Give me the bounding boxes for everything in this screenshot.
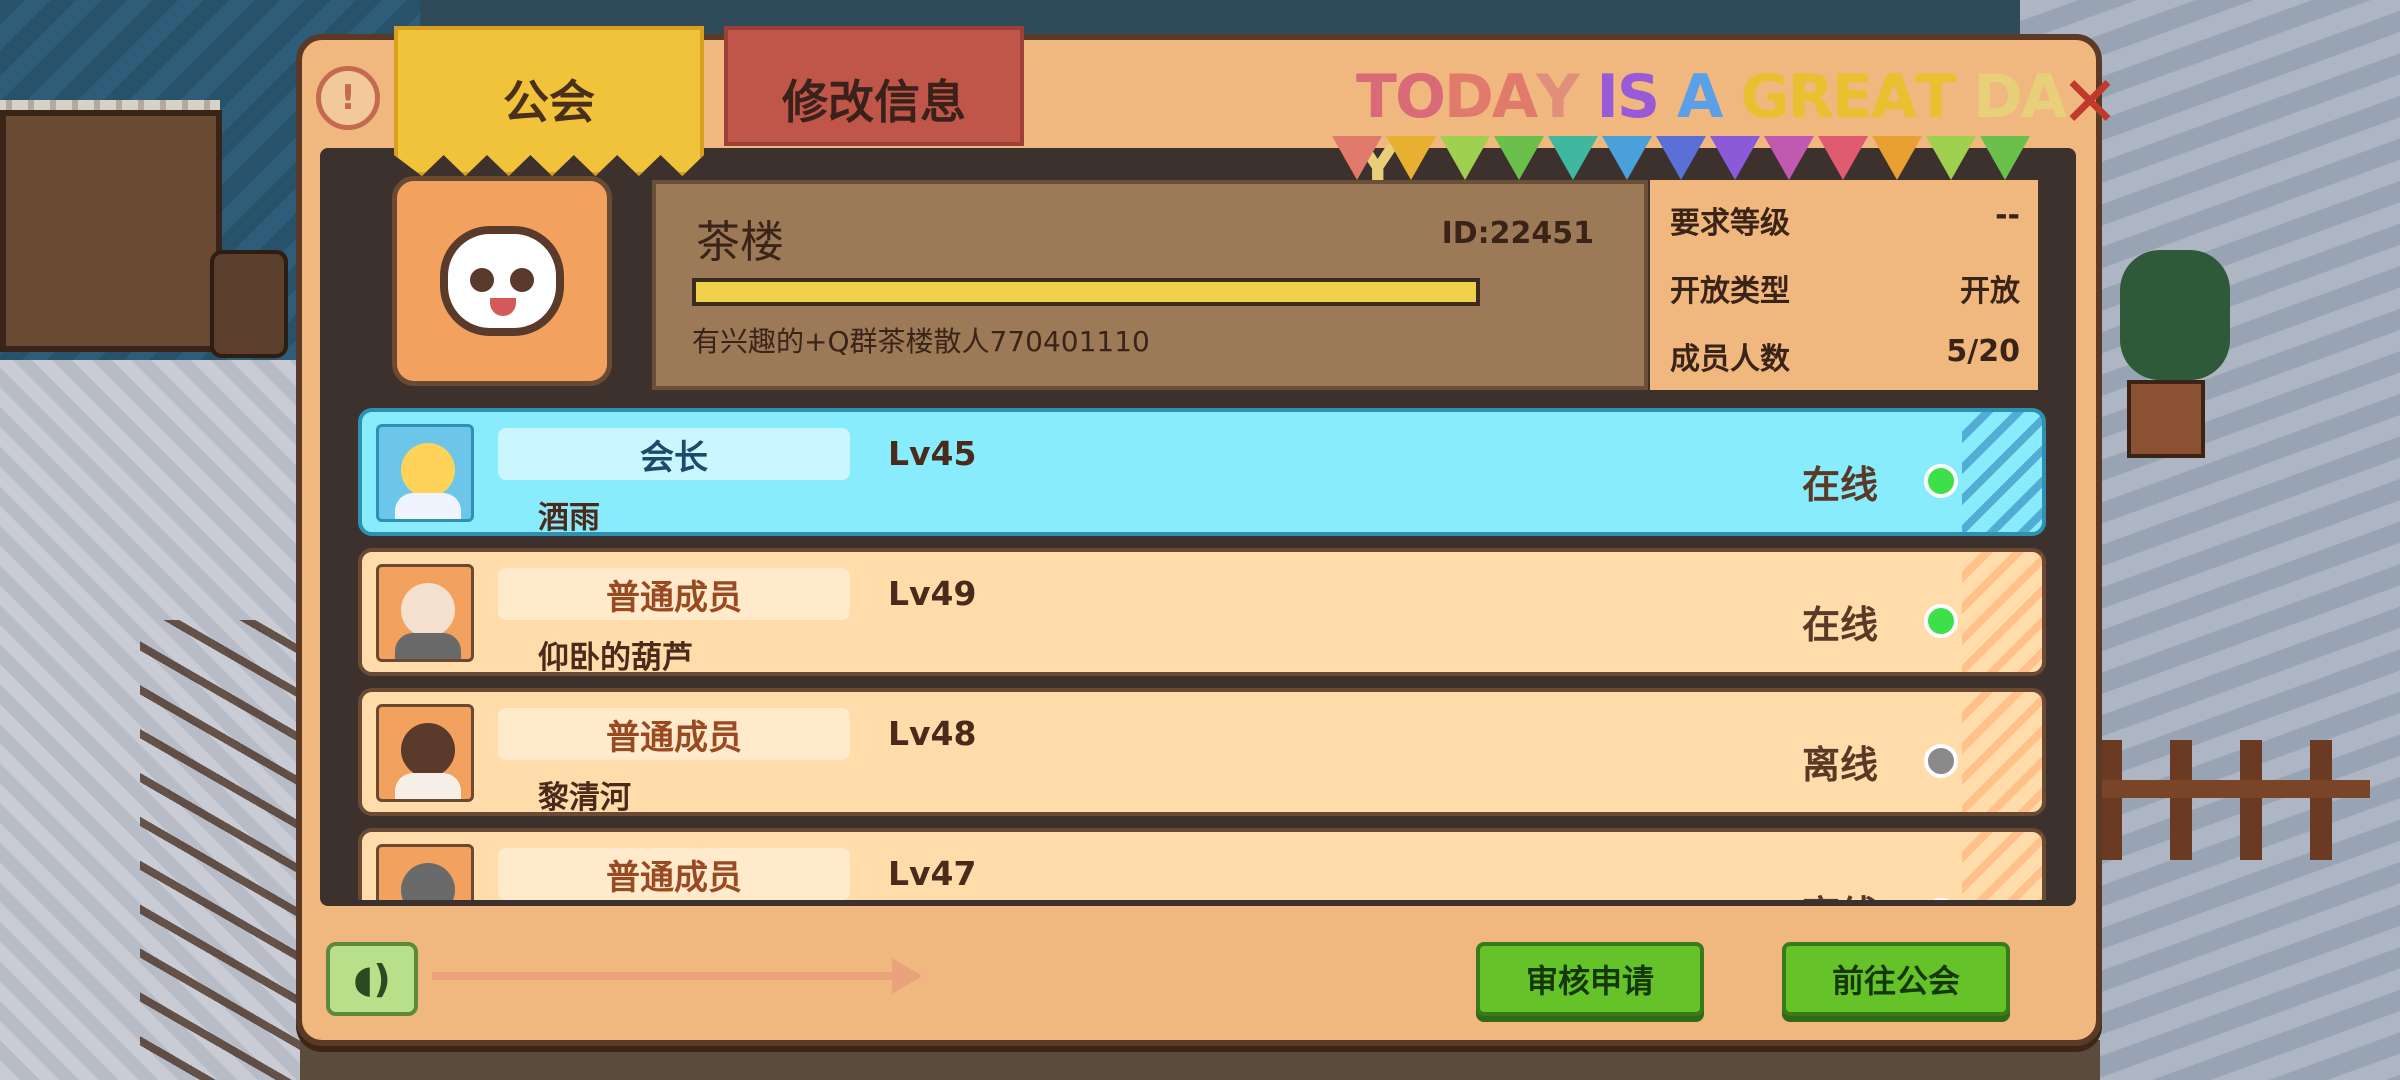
member-role: 会长 — [498, 428, 850, 480]
banner-letter: E — [1831, 62, 1873, 132]
member-status: 在线 — [1802, 463, 1879, 507]
avatar — [376, 424, 474, 522]
arrow-hint-icon — [432, 958, 922, 994]
stat-label: 开放类型 — [1670, 274, 1790, 309]
close-icon[interactable]: ✕ — [2060, 67, 2120, 137]
goto-guild-button[interactable]: 前往公会 — [1782, 942, 2010, 1016]
banner-letter — [1721, 62, 1740, 132]
flag-icon — [1602, 136, 1652, 180]
member-name: 黎清河 — [538, 780, 631, 816]
banner-letter: T — [1915, 62, 1956, 132]
member-level: Lv48 — [888, 714, 977, 753]
member-level: Lv49 — [888, 574, 977, 613]
member-role: 普通成员 — [498, 568, 850, 620]
avatar — [376, 704, 474, 802]
guild-progress-bar — [692, 278, 1480, 306]
member-status: 在线 — [1802, 603, 1879, 647]
member-name: 仰卧的葫芦 — [538, 640, 693, 676]
flag-icon — [1440, 136, 1490, 180]
banner-letter: D — [1973, 62, 2023, 132]
flag-icon — [1980, 136, 2030, 180]
row-decoration — [1962, 552, 2042, 672]
member-list[interactable]: 会长 酒雨 Lv45 在线 普通成员 仰卧的葫芦 Lv49 在线 普通成员 黎清… — [358, 408, 2046, 900]
banner-letter: G — [1740, 62, 1789, 132]
guild-panel: ! 修改信息 公会 TODAY IS A GREAT DAY ✕ 茶楼 ID:2… — [296, 26, 2119, 1046]
banner-letter — [1658, 62, 1677, 132]
row-decoration — [1962, 412, 2042, 532]
member-row[interactable]: 普通成员 黎清河 Lv48 离线 — [358, 688, 2046, 816]
avatar — [376, 844, 474, 900]
banner-letter: A — [1870, 62, 1917, 132]
member-role: 普通成员 — [498, 708, 850, 760]
help-icon[interactable]: ! — [316, 66, 380, 130]
panda-emblem-icon — [440, 226, 564, 336]
guild-notice: 有兴趣的+Q群茶楼散人770401110 — [692, 325, 1150, 358]
flag-icon — [1818, 136, 1868, 180]
banner-letter: S — [1616, 62, 1660, 132]
tab-edit-info[interactable]: 修改信息 — [724, 26, 1024, 146]
banner-letter: O — [1394, 62, 1446, 132]
banner-letter: Y — [1536, 62, 1579, 132]
well — [0, 110, 222, 352]
flag-icon — [1764, 136, 1814, 180]
banner-letter: A — [1491, 62, 1538, 132]
stat-member-count: 成员人数 5/20 — [1670, 334, 2020, 378]
status-dot-icon — [1924, 744, 1958, 778]
row-decoration — [1962, 832, 2042, 900]
banner-letter: I — [1596, 62, 1619, 132]
member-name: 酒雨 — [538, 500, 600, 536]
member-row[interactable]: 会长 酒雨 Lv45 在线 — [358, 408, 2046, 536]
flag-icon — [1656, 136, 1706, 180]
member-row[interactable]: 普通成员 Lv47 离线 — [358, 828, 2046, 900]
avatar — [376, 564, 474, 662]
banner-letter: D — [1443, 62, 1494, 132]
member-status: 离线 — [1802, 884, 1878, 900]
status-dot-icon — [1924, 898, 1958, 900]
flag-icon — [1548, 136, 1598, 180]
status-dot-icon — [1924, 464, 1958, 498]
stat-label: 成员人数 — [1670, 342, 1790, 377]
member-status: 离线 — [1802, 743, 1879, 787]
bunting-flags — [1332, 136, 2030, 180]
status-dot-icon — [1924, 604, 1958, 638]
flag-icon — [1926, 136, 1976, 180]
voice-chat-icon[interactable]: ◖) — [326, 942, 418, 1016]
banner-letter: R — [1787, 62, 1834, 132]
flag-icon — [1872, 136, 1922, 180]
banner-letter: A — [2020, 62, 2067, 132]
stat-value: 开放 — [1960, 274, 2020, 309]
potted-bonsai — [2120, 250, 2230, 380]
stat-open-type: 开放类型 开放 — [1670, 266, 2020, 310]
flag-icon — [1494, 136, 1544, 180]
banner-letter — [1954, 62, 1973, 132]
stat-label: 要求等级 — [1670, 206, 1790, 241]
stat-value: -- — [1995, 198, 2020, 233]
member-level: Lv45 — [888, 434, 977, 473]
banner-letter — [1578, 62, 1597, 132]
member-level: Lv47 — [888, 854, 977, 893]
guild-stats: 要求等级 -- 开放类型 开放 成员人数 5/20 — [1650, 180, 2038, 390]
guild-id: ID:22451 — [1441, 216, 1594, 251]
row-decoration — [1962, 692, 2042, 812]
member-role: 普通成员 — [498, 848, 850, 900]
member-row[interactable]: 普通成员 仰卧的葫芦 Lv49 在线 — [358, 548, 2046, 676]
flag-icon — [1332, 136, 1382, 180]
stat-value: 5/20 — [1946, 334, 2020, 369]
review-applications-button[interactable]: 审核申请 — [1476, 942, 1704, 1016]
stat-required-level: 要求等级 -- — [1670, 198, 2020, 242]
ground-strip — [300, 1040, 2100, 1080]
tab-guild[interactable]: 公会 — [394, 26, 704, 176]
guild-info-box: 茶楼 ID:22451 有兴趣的+Q群茶楼散人770401110 — [652, 180, 1648, 390]
flower-pot — [2127, 380, 2205, 458]
barrel — [210, 250, 288, 358]
guild-name: 茶楼 — [696, 217, 784, 268]
guild-emblem[interactable] — [392, 176, 612, 386]
banner-letter: T — [1356, 62, 1397, 132]
flag-icon — [1386, 136, 1436, 180]
flag-icon — [1710, 136, 1760, 180]
banner-letter: A — [1676, 62, 1723, 132]
